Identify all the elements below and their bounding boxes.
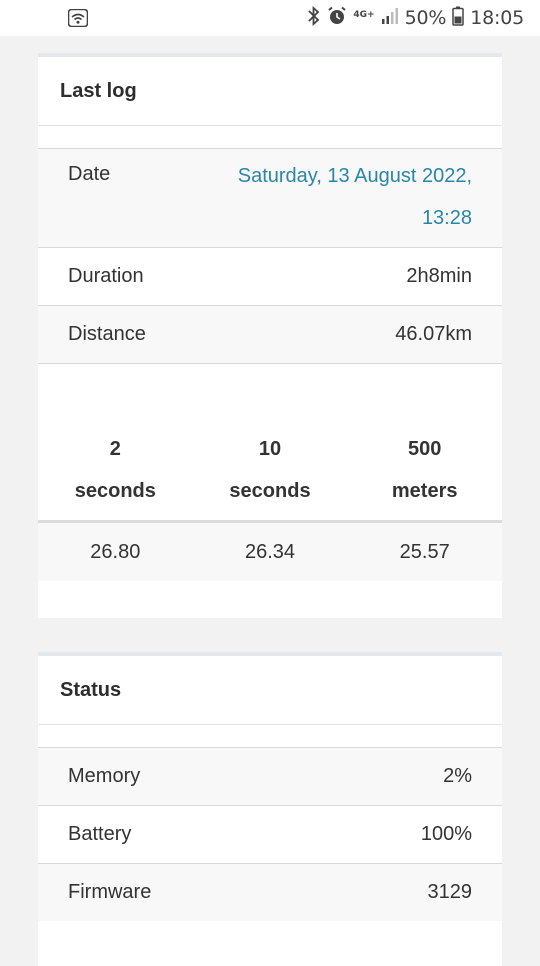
date-value-line1: Saturday, 13 August 2022, (237, 165, 472, 187)
status-title: Status (38, 656, 502, 725)
clock-time: 18:05 (470, 7, 524, 29)
card-gap (38, 126, 502, 149)
status-bar: 4G+ 50% 18:05 (0, 0, 540, 36)
duration-row: Duration 2h8min (38, 248, 502, 306)
metric-header-10s: 10 seconds (193, 426, 348, 520)
battery-value: 100% (420, 823, 472, 845)
metric-header-line1: 500 (407, 438, 442, 460)
memory-value: 2% (443, 765, 472, 787)
firmware-value: 3129 (427, 881, 473, 903)
distance-row: Distance 46.07km (38, 306, 502, 364)
metric-value-2s: 26.80 (90, 540, 141, 563)
metric-header-500m: 500 meters (347, 426, 502, 520)
metric-header-2s: 2 seconds (38, 426, 193, 520)
duration-value: 2h8min (406, 265, 472, 287)
status-card: Status Memory 2% Battery 100% Firmware 3… (38, 652, 502, 966)
metric-header-line2: seconds (229, 480, 311, 502)
alarm-icon (327, 6, 347, 30)
signal-icon (381, 7, 399, 29)
metric-header-line2: meters (391, 480, 458, 502)
metric-value-10s: 26.34 (244, 540, 296, 563)
battery-row: Battery 100% (38, 806, 502, 864)
last-log-title: Last log (38, 57, 502, 126)
network-4g-icon: 4G+ (353, 9, 375, 20)
card-gap (38, 725, 502, 748)
metrics-header: 2 seconds 10 seconds 500 meters (38, 426, 502, 523)
metric-header-line1: 2 (109, 438, 121, 460)
last-log-card: Last log Date Saturday, 13 August 2022, … (38, 53, 502, 618)
metric-header-line1: 10 (258, 438, 282, 460)
metrics-values-row: 26.80 26.34 25.57 (38, 523, 502, 581)
date-value-line2: 13:28 (421, 207, 472, 229)
distance-label: Distance (68, 323, 146, 345)
metric-value-500m: 25.57 (399, 540, 450, 563)
memory-row: Memory 2% (38, 748, 502, 806)
metric-header-line2: seconds (74, 480, 156, 502)
bluetooth-icon (307, 5, 321, 30)
date-row: Date Saturday, 13 August 2022, 13:28 (38, 149, 502, 248)
battery-label: Battery (68, 823, 132, 845)
date-value[interactable]: Saturday, 13 August 2022, 13:28 (238, 155, 472, 239)
firmware-row: Firmware 3129 (38, 864, 502, 921)
wifi-icon (67, 8, 89, 28)
battery-percent: 50% (404, 7, 447, 29)
distance-value: 46.07km (395, 323, 472, 345)
date-label: Date (68, 163, 111, 185)
memory-label: Memory (68, 765, 141, 787)
duration-label: Duration (68, 265, 144, 287)
firmware-label: Firmware (68, 881, 152, 903)
battery-icon (452, 6, 464, 30)
